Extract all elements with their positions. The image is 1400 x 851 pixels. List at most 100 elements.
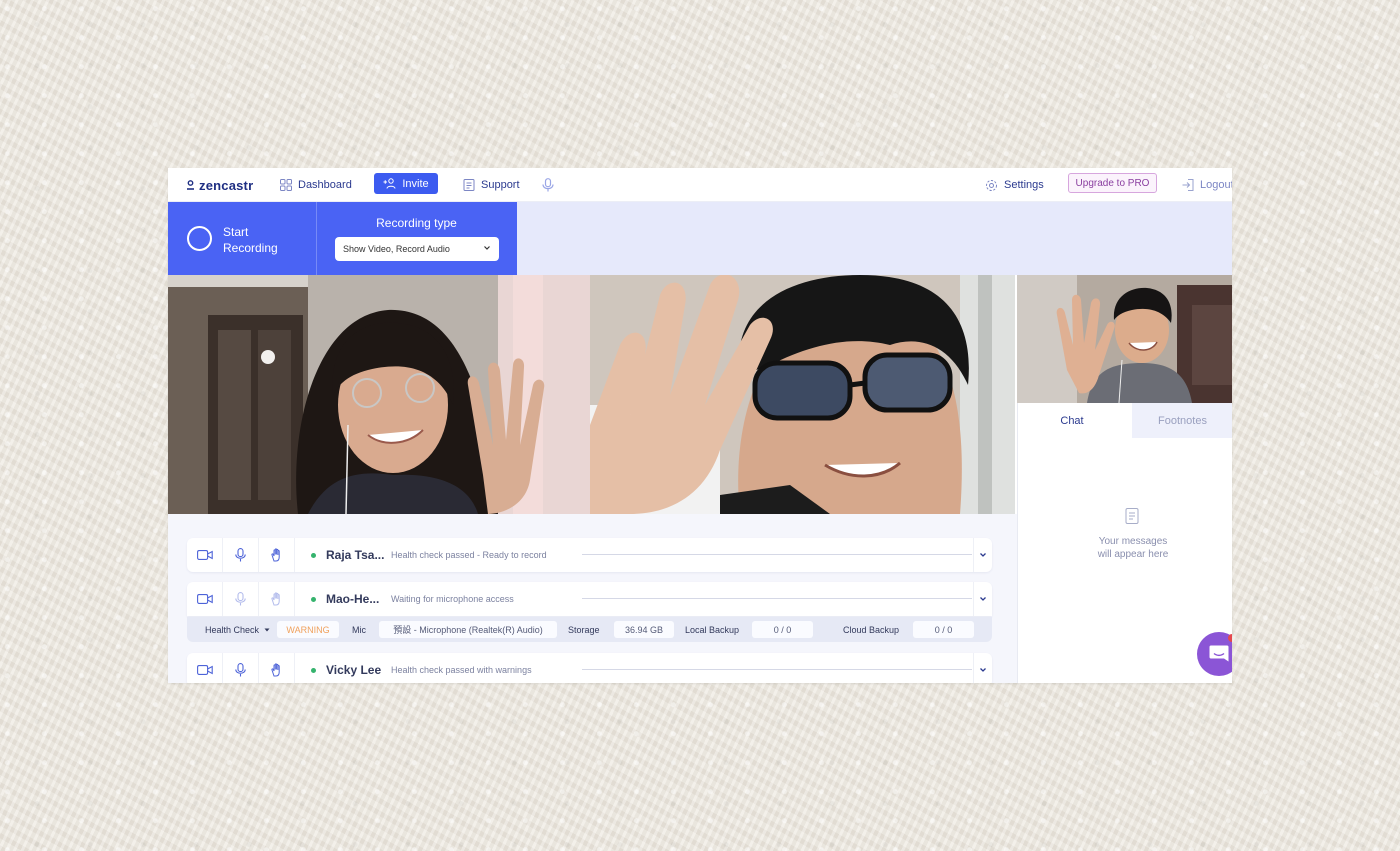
participant-3-video-image (1017, 275, 1232, 403)
video-tile-participant-1[interactable] (168, 275, 590, 514)
chat-empty-message: Your messages will appear here (1068, 535, 1198, 561)
audio-level-track (582, 669, 972, 670)
status-indicator (311, 553, 316, 558)
mic-toggle[interactable] (223, 582, 259, 616)
logout-icon (1182, 179, 1194, 191)
mic-label: Mic (352, 624, 366, 635)
video-camera-icon (196, 594, 213, 604)
mic-toggle[interactable] (223, 653, 259, 683)
health-check-toggle[interactable]: Health Check (205, 617, 271, 642)
chevron-down-icon (980, 553, 986, 557)
notification-badge (1228, 634, 1232, 642)
video-tile-participant-2[interactable] (590, 275, 1015, 514)
chat-empty-line1: Your messages (1098, 536, 1168, 547)
camera-toggle[interactable] (187, 538, 223, 572)
participant-2-video-image (590, 275, 1015, 514)
logo-icon (187, 180, 194, 190)
upgrade-label: Upgrade to PRO (1075, 177, 1150, 189)
local-backup-value: 0 / 0 (752, 621, 813, 638)
hand-icon (270, 663, 280, 677)
participant-name: Vicky Lee (326, 663, 382, 677)
participant-status: Waiting for microphone access (391, 594, 514, 604)
support-link[interactable]: Support (463, 168, 520, 202)
chat-bubble-icon (1209, 645, 1229, 662)
local-backup-label: Local Backup (685, 624, 740, 635)
start-label-line2: Recording (223, 241, 278, 255)
storage-label: Storage (568, 624, 600, 635)
participant-1-video-image (168, 275, 590, 514)
caret-down-icon (264, 628, 270, 631)
participant-details: Health Check WARNING Mic 預設 - Microphone… (187, 617, 992, 642)
participant-row: Vicky Lee Health check passed with warni… (187, 653, 992, 683)
mic-status[interactable] (542, 168, 554, 202)
gear-icon (986, 179, 997, 191)
hand-raise-toggle[interactable] (259, 582, 295, 616)
microphone-icon (235, 663, 246, 677)
mic-toggle[interactable] (223, 538, 259, 572)
expand-button[interactable] (973, 653, 992, 683)
dashboard-link[interactable]: Dashboard (280, 168, 352, 202)
top-nav: zencastr Dashboard Invite Support Settin… (168, 168, 1232, 202)
start-recording-button[interactable] (187, 226, 212, 251)
logo-text: zencastr (199, 177, 254, 193)
participant-status: Health check passed - Ready to record (391, 550, 547, 560)
invite-label: Invite (402, 177, 429, 190)
recording-divider (316, 202, 317, 275)
audio-level-track (582, 598, 972, 599)
camera-toggle[interactable] (187, 653, 223, 683)
status-indicator (311, 668, 316, 673)
health-check-label: Health Check (205, 624, 260, 635)
recording-type-select[interactable]: Show Video, Record Audio (335, 237, 499, 261)
zencastr-logo[interactable]: zencastr (186, 168, 253, 202)
microphone-icon (542, 178, 554, 192)
logout-label: Logout (1200, 179, 1232, 191)
hand-icon (270, 592, 280, 606)
recording-type-title: Recording type (376, 216, 457, 230)
hand-icon (270, 548, 280, 562)
microphone-icon (235, 592, 246, 606)
participant-row: Mao-He... Waiting for microphone access (187, 582, 992, 616)
storage-value: 36.94 GB (614, 621, 674, 638)
cloud-backup-label: Cloud Backup (843, 624, 900, 635)
zencastr-app: zencastr Dashboard Invite Support Settin… (168, 168, 1232, 683)
tab-chat[interactable]: Chat (1018, 403, 1126, 438)
status-indicator (311, 597, 316, 602)
expand-button[interactable] (973, 582, 992, 616)
audio-level-track (582, 554, 972, 555)
microphone-icon (235, 548, 246, 562)
settings-label: Settings (1004, 179, 1044, 191)
recording-type-value: Show Video, Record Audio (343, 244, 450, 254)
video-camera-icon (196, 550, 213, 560)
recording-bar-background (517, 202, 1232, 275)
start-label-line1: Start (223, 225, 249, 239)
participant-row: Raja Tsa... Health check passed - Ready … (187, 538, 992, 572)
grid-icon (280, 179, 292, 191)
chevron-down-icon (980, 668, 986, 672)
participant-name: Mao-He... (326, 592, 380, 606)
settings-link[interactable]: Settings (985, 168, 1044, 202)
health-check-value: WARNING (277, 621, 339, 638)
participants-list: Raja Tsa... Health check passed - Ready … (168, 514, 1017, 683)
chat-empty-line2: will appear here (1097, 549, 1169, 560)
mic-value: 預設 - Microphone (Realtek(R) Audio) (379, 621, 557, 638)
participant-name: Raja Tsa... (326, 548, 385, 562)
document-icon (463, 179, 475, 191)
start-recording-label[interactable]: Start Recording (223, 224, 278, 256)
dashboard-label: Dashboard (298, 179, 352, 191)
tab-footnotes[interactable]: Footnotes (1132, 403, 1232, 438)
document-icon (1125, 508, 1139, 524)
recording-panel: Start Recording Recording type Show Vide… (168, 202, 517, 275)
invite-button[interactable]: Invite (374, 173, 438, 194)
upgrade-to-pro-button[interactable]: Upgrade to PRO (1068, 173, 1157, 193)
hand-raise-toggle[interactable] (259, 653, 295, 683)
participant-status: Health check passed with warnings (391, 665, 532, 675)
expand-button[interactable] (973, 538, 992, 572)
logout-link[interactable]: Logout (1182, 168, 1232, 202)
video-camera-icon (196, 665, 213, 675)
camera-toggle[interactable] (187, 582, 223, 616)
video-tile-participant-3[interactable] (1017, 275, 1232, 403)
hand-raise-toggle[interactable] (259, 538, 295, 572)
add-user-icon (383, 178, 396, 189)
support-label: Support (481, 179, 520, 191)
chevron-down-icon (484, 246, 490, 250)
